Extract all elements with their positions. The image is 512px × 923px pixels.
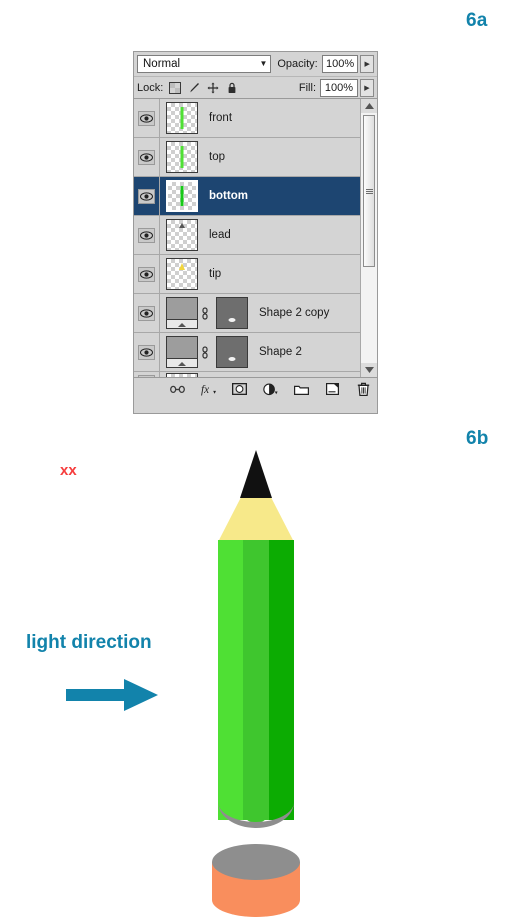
- scroll-down-arrow-icon[interactable]: [361, 363, 377, 377]
- scrollbar-track[interactable]: [361, 113, 377, 363]
- visibility-cell[interactable]: [134, 372, 160, 377]
- fill-slider-button[interactable]: ▶: [360, 78, 374, 97]
- blend-mode-select[interactable]: Normal ▼: [137, 55, 272, 73]
- eraser-top-cap: [212, 844, 300, 880]
- svg-text:fx: fx: [201, 384, 209, 396]
- barrel-cap-mid: [243, 796, 269, 823]
- layers-panel: Normal ▼ Opacity: 100% ▶ Lock: Fill: 100…: [133, 51, 378, 414]
- barrel-cap-dark: [269, 796, 294, 820]
- add-layer-mask-icon[interactable]: [232, 382, 247, 397]
- eye-icon[interactable]: [138, 266, 155, 282]
- barrel-facet-light: [218, 540, 243, 820]
- pencil-lead-tip: [240, 450, 272, 498]
- new-adjustment-layer-icon[interactable]: [263, 382, 278, 397]
- layer-row-front[interactable]: front: [134, 99, 360, 138]
- barrel-facet-dark: [269, 540, 294, 820]
- layer-row-shape-2-copy[interactable]: Shape 2 copy: [134, 294, 360, 333]
- figure-label-6a: 6a: [466, 10, 488, 31]
- lock-label: Lock:: [137, 81, 164, 94]
- layer-mask-link-icon[interactable]: [200, 306, 210, 320]
- visibility-cell[interactable]: [134, 138, 160, 176]
- eye-icon[interactable]: [138, 149, 155, 165]
- layer-thumbnail[interactable]: [166, 258, 198, 290]
- layer-list-container: front top bottom lead tip Shape 2 copy S…: [134, 99, 377, 378]
- lock-transparency-icon[interactable]: [169, 81, 182, 94]
- lock-row: Lock: Fill: 100% ▶: [134, 77, 377, 99]
- scroll-up-arrow-icon[interactable]: [361, 99, 377, 113]
- opacity-slider-button[interactable]: ▶: [360, 55, 374, 73]
- opacity-label: Opacity:: [277, 58, 318, 70]
- layer-name-label: Shape 2 copy: [259, 307, 330, 319]
- lock-position-move-icon[interactable]: [207, 82, 219, 94]
- scrollbar-thumb[interactable]: [363, 115, 375, 267]
- fill-value: 100%: [324, 81, 354, 94]
- delete-layer-trash-icon[interactable]: [356, 382, 371, 397]
- visibility-cell[interactable]: [134, 255, 160, 293]
- layer-row-top[interactable]: top: [134, 138, 360, 177]
- new-layer-icon[interactable]: [325, 382, 340, 397]
- pencil-illustration: xx light direction: [0, 430, 512, 923]
- layer-style-fx-icon[interactable]: fx: [201, 382, 216, 397]
- barrel-cap-light: [218, 796, 243, 820]
- eye-icon[interactable]: [138, 375, 155, 377]
- chevron-down-icon: ▼: [259, 59, 268, 68]
- layer-thumbnail[interactable]: [166, 336, 198, 368]
- eye-icon[interactable]: [138, 227, 155, 243]
- layer-row-shape-2[interactable]: Shape 2: [134, 333, 360, 372]
- lock-all-padlock-icon[interactable]: [226, 82, 238, 94]
- blend-opacity-row: Normal ▼ Opacity: 100% ▶: [134, 52, 377, 77]
- eye-icon[interactable]: [138, 344, 155, 360]
- layer-thumbnail[interactable]: [166, 297, 198, 329]
- eye-icon[interactable]: [138, 110, 155, 126]
- layer-name-label: top: [209, 151, 225, 163]
- layer-thumbnail[interactable]: [166, 141, 198, 173]
- visibility-cell[interactable]: [134, 333, 160, 371]
- layer-row-tip[interactable]: tip: [134, 255, 360, 294]
- layer-name-label: bottom: [209, 190, 248, 202]
- visibility-cell[interactable]: [134, 216, 160, 254]
- layer-mask-link-icon[interactable]: [200, 345, 210, 359]
- visibility-cell[interactable]: [134, 177, 160, 215]
- layer-name-label: tip: [209, 268, 222, 280]
- lock-icon-group: [169, 81, 238, 94]
- layer-mask-thumbnail[interactable]: [216, 336, 248, 368]
- layer-thumbnail[interactable]: [166, 373, 198, 377]
- layer-list: front top bottom lead tip Shape 2 copy S…: [134, 99, 360, 377]
- blend-mode-value: Normal: [143, 58, 181, 70]
- visibility-cell[interactable]: [134, 294, 160, 332]
- opacity-value: 100%: [326, 58, 355, 70]
- layer-row-lead[interactable]: lead: [134, 216, 360, 255]
- fill-input[interactable]: 100%: [320, 78, 358, 97]
- layers-panel-toolbar: fx: [134, 378, 377, 400]
- barrel-facet-mid: [243, 540, 269, 820]
- layer-mask-thumbnail[interactable]: [216, 297, 248, 329]
- link-layers-icon[interactable]: [170, 382, 185, 397]
- layer-name-label: front: [209, 112, 233, 124]
- layer-list-scrollbar[interactable]: [360, 99, 377, 377]
- layer-name-label: lead: [209, 229, 231, 241]
- opacity-input[interactable]: 100%: [321, 55, 359, 73]
- layer-thumbnail[interactable]: [166, 102, 198, 134]
- eye-icon[interactable]: [138, 188, 155, 204]
- pencil-drawing: [212, 450, 300, 917]
- new-group-folder-icon[interactable]: [294, 382, 309, 397]
- visibility-cell[interactable]: [134, 99, 160, 137]
- layer-name-label: Shape 2: [259, 346, 302, 358]
- fill-label: Fill:: [298, 81, 316, 94]
- layer-row-bottom[interactable]: bottom: [134, 177, 360, 216]
- eye-icon[interactable]: [138, 305, 155, 321]
- layer-thumbnail[interactable]: [166, 219, 198, 251]
- lock-image-brush-icon[interactable]: [188, 82, 200, 94]
- layer-thumbnail[interactable]: [166, 180, 198, 212]
- layer-row-partial[interactable]: [134, 372, 360, 377]
